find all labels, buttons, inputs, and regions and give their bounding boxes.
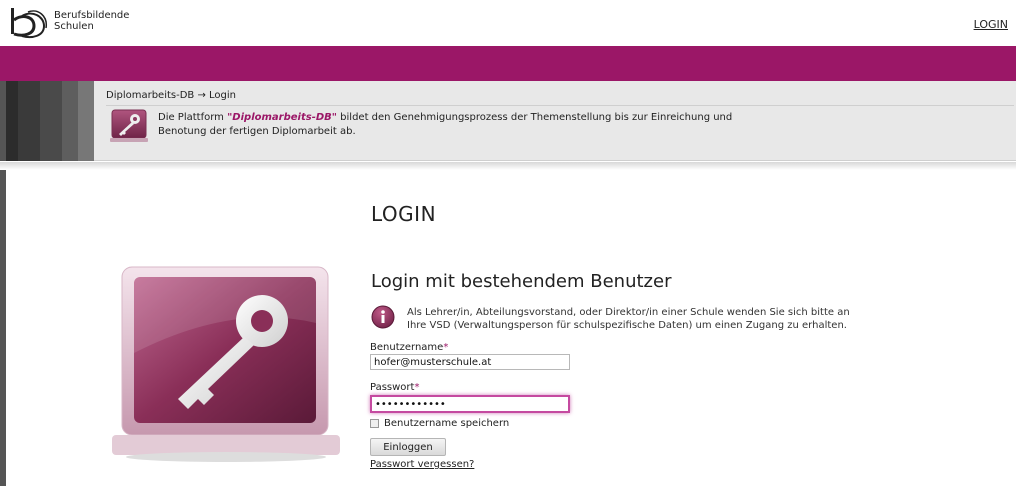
remember-label: Benutzername speichern (384, 418, 510, 429)
logo-text: Berufsbildende Schulen (54, 10, 129, 32)
login-link[interactable]: LOGIN (974, 18, 1008, 31)
band-shadow (0, 162, 1016, 170)
username-label: Benutzername* (370, 342, 449, 353)
divider (106, 105, 1014, 106)
top-header: Berufsbildende Schulen LOGIN (0, 0, 1016, 46)
decorative-stripes (6, 81, 94, 161)
forgot-password-link[interactable]: Passwort vergessen? (370, 459, 474, 470)
hint-text: Als Lehrer/in, Abteilungsvorstand, oder … (407, 307, 850, 331)
info-description: Die Plattform "Diplomarbeits-DB" bildet … (158, 112, 733, 137)
logo-line1: Berufsbildende (54, 10, 130, 21)
brand-bar (0, 46, 1016, 81)
section-title: Login mit bestehendem Benutzer (371, 271, 672, 292)
page-title: LOGIN (371, 202, 437, 226)
breadcrumb: Diplomarbeits-DB → Login (106, 90, 236, 101)
remember-checkbox[interactable] (370, 419, 379, 428)
key-icon (110, 109, 148, 142)
remember-username[interactable]: Benutzername speichern (370, 418, 509, 429)
login-button[interactable]: Einloggen (370, 438, 446, 456)
password-label: Passwort* (370, 382, 420, 393)
large-key-icon (112, 266, 340, 462)
brand-name: "Diplomarbeits-DB" (227, 112, 337, 123)
left-edge-bar (0, 170, 6, 486)
info-band: Diplomarbeits-DB → Login Die Plattform "… (0, 81, 1016, 161)
info-icon (371, 305, 395, 329)
password-field[interactable] (370, 395, 570, 413)
username-field[interactable] (370, 354, 570, 370)
logo-line2: Schulen (54, 21, 94, 32)
bs-logo-icon (11, 8, 47, 39)
